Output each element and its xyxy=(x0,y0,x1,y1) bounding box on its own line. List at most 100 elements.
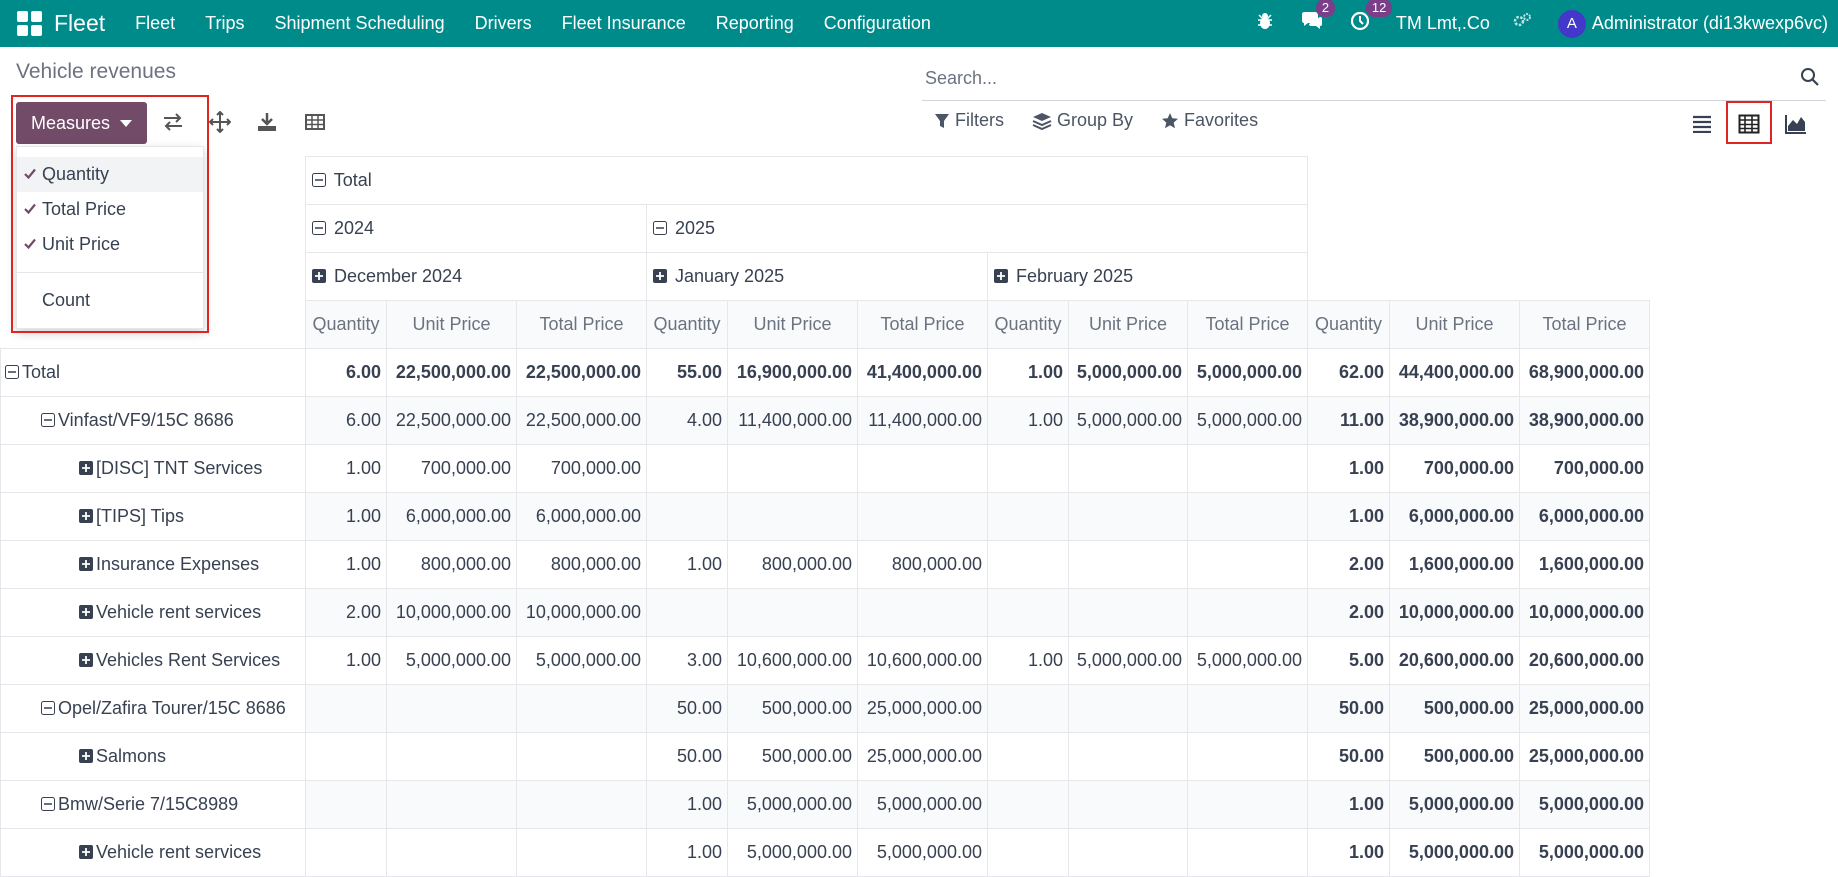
pivot-cell[interactable]: 5,000,000.00 xyxy=(1389,780,1520,829)
pivot-cell[interactable]: 500,000.00 xyxy=(727,732,858,781)
pivot-cell[interactable]: 6,000,000.00 xyxy=(516,492,647,541)
menu-trips[interactable]: Trips xyxy=(205,13,244,34)
pivot-cell[interactable]: 11.00 xyxy=(1307,396,1390,445)
pivot-cell[interactable]: 1.00 xyxy=(1307,492,1390,541)
row-header[interactable]: Opel/Zafira Tourer/15C 8686 xyxy=(0,684,306,733)
pivot-cell[interactable] xyxy=(305,732,387,781)
pivot-cell[interactable] xyxy=(516,732,647,781)
pivot-cell[interactable]: 38,900,000.00 xyxy=(1519,396,1650,445)
pivot-cell[interactable]: 700,000.00 xyxy=(516,444,647,493)
pivot-cell[interactable] xyxy=(1187,492,1308,541)
menu-drivers[interactable]: Drivers xyxy=(475,13,532,34)
row-header[interactable]: [TIPS] Tips xyxy=(0,492,306,541)
pivot-cell[interactable] xyxy=(386,732,517,781)
pivot-cell[interactable]: 2.00 xyxy=(1307,540,1390,589)
pivot-cell[interactable] xyxy=(1068,588,1188,637)
pivot-cell[interactable]: 1.00 xyxy=(646,828,728,877)
menu-configuration[interactable]: Configuration xyxy=(824,13,931,34)
pivot-cell[interactable]: 50.00 xyxy=(646,732,728,781)
measure-header-quantity[interactable]: Quantity xyxy=(1307,300,1390,349)
pivot-cell[interactable]: 5,000,000.00 xyxy=(727,828,858,877)
pivot-cell[interactable]: 10,000,000.00 xyxy=(386,588,517,637)
pivot-cell[interactable] xyxy=(646,492,728,541)
pivot-cell[interactable]: 500,000.00 xyxy=(1389,684,1520,733)
measure-header-unit-price[interactable]: Unit Price xyxy=(1389,300,1520,349)
favorites-toggle[interactable]: Favorites xyxy=(1161,110,1258,131)
pivot-cell[interactable]: 25,000,000.00 xyxy=(1519,732,1650,781)
pivot-cell[interactable] xyxy=(1187,828,1308,877)
pivot-cell[interactable]: 1.00 xyxy=(987,636,1069,685)
pivot-cell[interactable] xyxy=(1068,780,1188,829)
measure-header-unit-price[interactable]: Unit Price xyxy=(386,300,517,349)
pivot-cell[interactable] xyxy=(727,444,858,493)
measure-header-total-price[interactable]: Total Price xyxy=(857,300,988,349)
menu-shipment-scheduling[interactable]: Shipment Scheduling xyxy=(275,13,445,34)
pivot-cell[interactable] xyxy=(646,444,728,493)
pivot-cell[interactable] xyxy=(1068,492,1188,541)
pivot-cell[interactable] xyxy=(987,732,1069,781)
pivot-cell[interactable] xyxy=(386,684,517,733)
pivot-cell[interactable] xyxy=(1068,444,1188,493)
pivot-cell[interactable] xyxy=(1187,444,1308,493)
pivot-cell[interactable]: 5,000,000.00 xyxy=(1519,780,1650,829)
pivot-cell[interactable]: 5,000,000.00 xyxy=(1068,396,1188,445)
pivot-cell[interactable] xyxy=(305,684,387,733)
row-header[interactable]: Vinfast/VF9/15C 8686 xyxy=(0,396,306,445)
measure-header-quantity[interactable]: Quantity xyxy=(987,300,1069,349)
pivot-cell[interactable] xyxy=(646,588,728,637)
pivot-cell[interactable]: 11,400,000.00 xyxy=(727,396,858,445)
pivot-cell[interactable]: 800,000.00 xyxy=(516,540,647,589)
pivot-cell[interactable] xyxy=(1068,684,1188,733)
pivot-cell[interactable]: 5,000,000.00 xyxy=(1068,348,1188,397)
pivot-cell[interactable]: 41,400,000.00 xyxy=(857,348,988,397)
pivot-cell[interactable] xyxy=(516,780,647,829)
user-avatar[interactable]: A xyxy=(1557,9,1586,38)
pivot-cell[interactable] xyxy=(1068,732,1188,781)
pivot-cell[interactable] xyxy=(987,540,1069,589)
app-brand[interactable]: Fleet xyxy=(54,10,105,37)
row-header[interactable]: [DISC] TNT Services xyxy=(0,444,306,493)
pivot-cell[interactable]: 20,600,000.00 xyxy=(1389,636,1520,685)
measure-header-total-price[interactable]: Total Price xyxy=(516,300,647,349)
pivot-cell[interactable]: 10,600,000.00 xyxy=(727,636,858,685)
pivot-cell[interactable]: 700,000.00 xyxy=(1519,444,1650,493)
pivot-cell[interactable] xyxy=(1187,684,1308,733)
pivot-cell[interactable]: 5,000,000.00 xyxy=(386,636,517,685)
pivot-cell[interactable]: 50.00 xyxy=(1307,732,1390,781)
pivot-cell[interactable]: 700,000.00 xyxy=(1389,444,1520,493)
pivot-cell[interactable]: 10,000,000.00 xyxy=(1519,588,1650,637)
pivot-cell[interactable]: 5,000,000.00 xyxy=(857,828,988,877)
pivot-cell[interactable]: 1.00 xyxy=(1307,780,1390,829)
pivot-cell[interactable]: 25,000,000.00 xyxy=(857,684,988,733)
pivot-cell[interactable]: 6,000,000.00 xyxy=(1519,492,1650,541)
pivot-cell[interactable] xyxy=(857,444,988,493)
expand-all-icon[interactable] xyxy=(208,110,232,138)
row-header[interactable]: Total xyxy=(0,348,306,397)
debug-bug-icon[interactable] xyxy=(1256,12,1274,36)
pivot-cell[interactable] xyxy=(516,828,647,877)
pivot-cell[interactable]: 1.00 xyxy=(987,348,1069,397)
pivot-cell[interactable]: 22,500,000.00 xyxy=(386,348,517,397)
graph-view-icon[interactable] xyxy=(1777,104,1815,144)
measure-header-total-price[interactable]: Total Price xyxy=(1519,300,1650,349)
row-header[interactable]: Vehicle rent services xyxy=(0,588,306,637)
pivot-cell[interactable]: 16,900,000.00 xyxy=(727,348,858,397)
pivot-cell[interactable]: 1.00 xyxy=(1307,444,1390,493)
menu-fleet[interactable]: Fleet xyxy=(135,13,175,34)
groupby-toggle[interactable]: Group By xyxy=(1032,110,1133,131)
pivot-cell[interactable] xyxy=(727,492,858,541)
pivot-cell[interactable] xyxy=(305,780,387,829)
pivot-cell[interactable] xyxy=(1187,588,1308,637)
multi-company-gear-icon[interactable] xyxy=(1512,12,1532,36)
pivot-cell[interactable] xyxy=(987,684,1069,733)
menu-fleet-insurance[interactable]: Fleet Insurance xyxy=(562,13,686,34)
pivot-cell[interactable] xyxy=(1068,828,1188,877)
pivot-cell[interactable]: 1.00 xyxy=(305,492,387,541)
download-icon[interactable] xyxy=(256,111,278,138)
pivot-cell[interactable]: 5,000,000.00 xyxy=(1068,636,1188,685)
pivot-cell[interactable]: 6.00 xyxy=(305,348,387,397)
pivot-cell[interactable]: 38,900,000.00 xyxy=(1389,396,1520,445)
col-header-2025[interactable]: 2025 xyxy=(646,204,1308,253)
company-switcher[interactable]: TM Lmt,.Co xyxy=(1396,13,1490,34)
pivot-cell[interactable]: 4.00 xyxy=(646,396,728,445)
